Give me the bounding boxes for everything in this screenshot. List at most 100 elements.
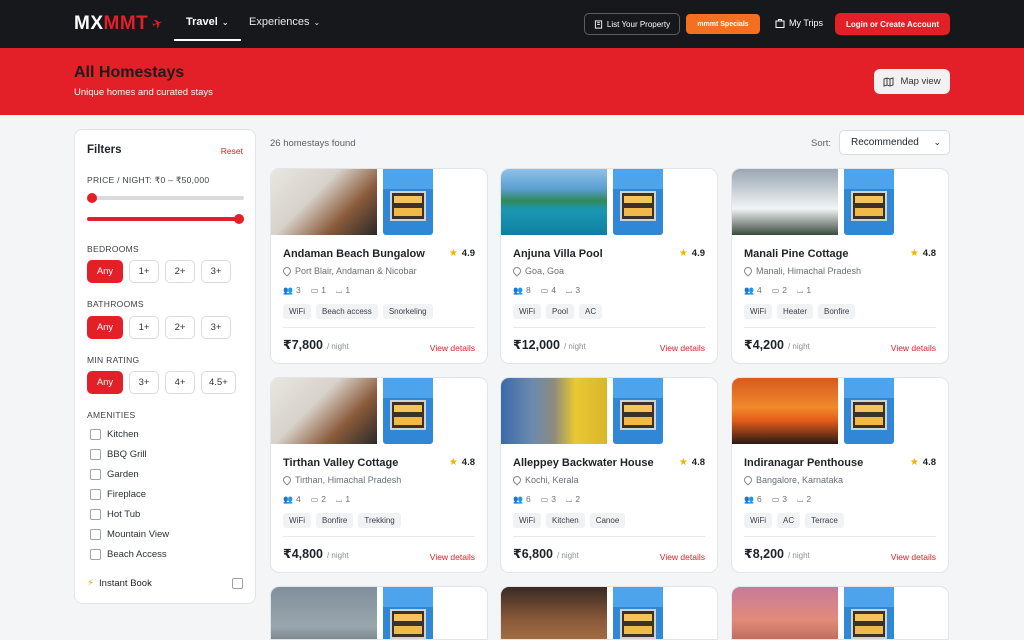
map-pin-icon <box>281 474 293 486</box>
homestay-card[interactable]: Anjuna Villa Pool ★ 4.9 Goa, Goa 👥 8 ▭ 4 ⌴ 3 WiFi P… <box>500 168 718 364</box>
bedrooms-3[interactable]: 3+ <box>201 260 231 283</box>
price-min-slider[interactable] <box>87 196 244 200</box>
view-details-link[interactable]: View details <box>660 343 705 353</box>
checkbox[interactable] <box>90 449 101 460</box>
amenity-mountain-view[interactable]: Mountain View <box>90 529 169 540</box>
sort-select[interactable]: Recommended ⌄ <box>839 130 950 155</box>
checkbox[interactable] <box>90 469 101 480</box>
homestay-name[interactable]: Andaman Beach Bungalow <box>283 248 425 260</box>
amenity-bbq-grill[interactable]: BBQ Grill <box>90 449 147 460</box>
instant-book-checkbox[interactable] <box>232 578 243 589</box>
homestay-thumbnail[interactable] <box>613 169 663 235</box>
amenity-fireplace[interactable]: Fireplace <box>90 489 146 500</box>
nav-travel[interactable]: Travel ⌄ <box>174 16 240 41</box>
homestay-card[interactable]: Andaman Beach Bungalow ★ 4.9 Port Blair, An… <box>270 168 488 364</box>
homestay-photo[interactable] <box>732 378 838 444</box>
amenity-tag: WiFi <box>283 304 311 319</box>
star-icon: ★ <box>678 457 688 468</box>
homestay-thumbnail[interactable] <box>613 587 663 639</box>
homestay-photo[interactable] <box>271 378 377 444</box>
checkbox[interactable] <box>90 489 101 500</box>
view-details-link[interactable]: View details <box>430 343 475 353</box>
page-title: All Homestays <box>74 64 185 81</box>
login-button[interactable]: Login or Create Account <box>835 13 950 35</box>
homestay-photo[interactable] <box>732 169 838 235</box>
nav-experiences[interactable]: Experiences ⌄ <box>249 16 320 28</box>
homestay-thumbnail[interactable] <box>383 587 433 639</box>
amenity-garden[interactable]: Garden <box>90 469 139 480</box>
homestay-photo[interactable] <box>501 378 607 444</box>
homestay-photo[interactable] <box>501 169 607 235</box>
price-unit: / night <box>563 342 586 351</box>
users-icon: 👥 <box>513 286 523 295</box>
reset-filters-button[interactable]: Reset <box>221 146 243 156</box>
homestay-photo[interactable] <box>271 587 377 639</box>
amenity-tags: WiFi Bonfire Trekking <box>283 513 401 528</box>
view-details-link[interactable]: View details <box>891 552 936 562</box>
amenity-tag: Canoe <box>589 513 626 528</box>
homestay-thumbnail[interactable] <box>613 378 663 444</box>
bedrooms-2[interactable]: 2+ <box>165 260 195 283</box>
logo[interactable]: MX MMT ✈ <box>74 13 166 35</box>
checkbox[interactable] <box>90 529 101 540</box>
rating-4[interactable]: 4+ <box>165 371 195 394</box>
price-min-handle[interactable] <box>87 193 97 203</box>
bath-icon: ⌴ <box>336 495 343 504</box>
my-trips-link[interactable]: My Trips <box>775 18 823 28</box>
homestay-name[interactable]: Manali Pine Cottage <box>744 248 849 260</box>
homestay-thumbnail[interactable] <box>844 378 894 444</box>
amenity-label: Hot Tub <box>107 509 141 520</box>
homestay-photo[interactable] <box>732 587 838 639</box>
bedrooms-any[interactable]: Any <box>87 260 123 283</box>
homestay-card[interactable] <box>731 586 949 640</box>
homestay-photo[interactable] <box>501 587 607 639</box>
amenity-hot-tub[interactable]: Hot Tub <box>90 509 140 520</box>
checkbox[interactable] <box>90 429 101 440</box>
homestay-name[interactable]: Tirthan Valley Cottage <box>283 457 398 469</box>
amenity-beach-access[interactable]: Beach Access <box>90 549 167 560</box>
map-view-button[interactable]: Map view <box>874 69 950 94</box>
amenity-kitchen[interactable]: Kitchen <box>90 429 139 440</box>
page-subtitle: Unique homes and curated stays <box>74 87 213 98</box>
price-max-slider[interactable] <box>87 217 244 221</box>
homestay-card[interactable]: Manali Pine Cottage ★ 4.8 Manali, Himachal … <box>731 168 949 364</box>
amenity-tag: Trekking <box>358 513 401 528</box>
homestay-name[interactable]: Alleppey Backwater House <box>513 457 654 469</box>
homestay-card[interactable] <box>500 586 718 640</box>
homestay-thumbnail[interactable] <box>383 378 433 444</box>
rating-3[interactable]: 3+ <box>129 371 159 394</box>
homestay-card[interactable]: Alleppey Backwater House ★ 4.8 Kochi, Keral… <box>500 377 718 573</box>
homestay-card[interactable] <box>270 586 488 640</box>
rating-any[interactable]: Any <box>87 371 123 394</box>
homestay-photo[interactable] <box>271 169 377 235</box>
homestay-thumbnail[interactable] <box>383 169 433 235</box>
baths: ⌴ 3 <box>566 285 580 296</box>
star-icon: ★ <box>909 248 919 259</box>
bedrooms-1[interactable]: 1+ <box>129 260 159 283</box>
homestay-name[interactable]: Indiranagar Penthouse <box>744 457 863 469</box>
page-header: All Homestays Unique homes and curated s… <box>0 48 1024 115</box>
divider <box>513 536 705 537</box>
bathrooms-any[interactable]: Any <box>87 316 123 339</box>
homestay-card[interactable]: Indiranagar Penthouse ★ 4.8 Bangalore, Karn… <box>731 377 949 573</box>
view-details-link[interactable]: View details <box>430 552 475 562</box>
checkbox[interactable] <box>90 509 101 520</box>
specials-button[interactable]: mmmt Specials <box>686 14 760 34</box>
bathrooms-3[interactable]: 3+ <box>201 316 231 339</box>
view-details-link[interactable]: View details <box>660 552 705 562</box>
checkbox[interactable] <box>90 549 101 560</box>
amenity-tag: WiFi <box>513 304 541 319</box>
instant-book: ⚡ Instant Book <box>87 578 152 589</box>
bath-icon: ⌴ <box>797 495 804 504</box>
view-details-link[interactable]: View details <box>891 343 936 353</box>
homestay-name[interactable]: Anjuna Villa Pool <box>513 248 603 260</box>
list-property-button[interactable]: List Your Property <box>584 13 680 35</box>
price-max-handle[interactable] <box>234 214 244 224</box>
homestay-card[interactable]: Tirthan Valley Cottage ★ 4.8 Tirthan, Himac… <box>270 377 488 573</box>
beds: ▭ 3 <box>541 494 556 505</box>
bathrooms-1[interactable]: 1+ <box>129 316 159 339</box>
homestay-thumbnail[interactable] <box>844 587 894 639</box>
homestay-thumbnail[interactable] <box>844 169 894 235</box>
bathrooms-2[interactable]: 2+ <box>165 316 195 339</box>
rating-4-5[interactable]: 4.5+ <box>201 371 236 394</box>
